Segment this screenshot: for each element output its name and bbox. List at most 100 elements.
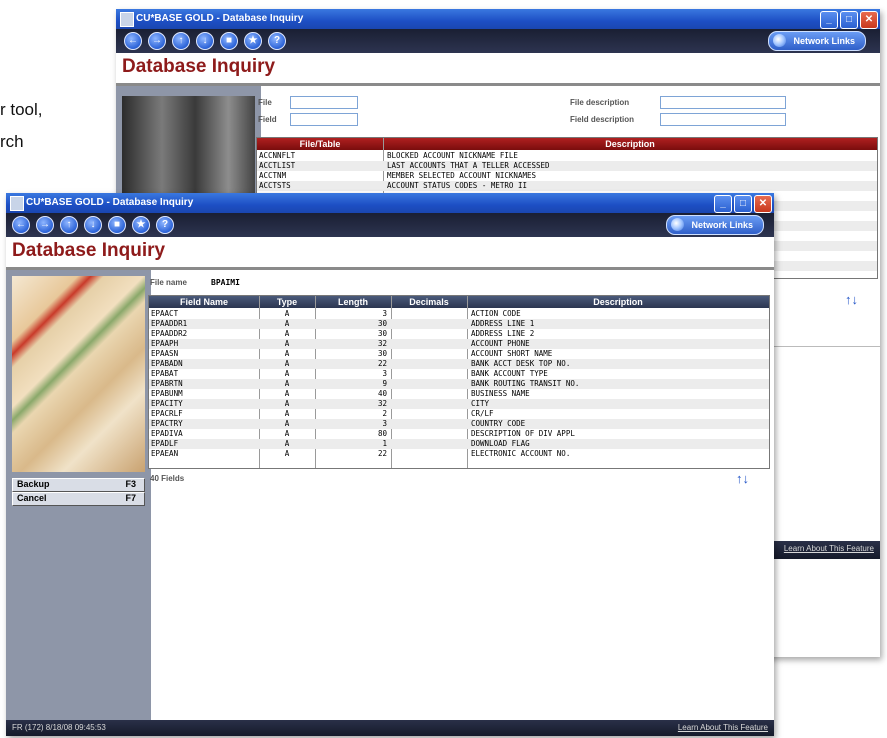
column-header-description: Description (605, 139, 655, 149)
back-scroll-arrows[interactable]: ↑↓ (845, 292, 858, 307)
home-icon[interactable]: ■ (108, 216, 126, 234)
description-cell: BLOCKED ACCOUNT NICKNAME FILE (387, 151, 518, 160)
table-row[interactable]: ACCTSTS ACCOUNT STATUS CODES - METRO II (257, 181, 877, 191)
field-label: Field (258, 115, 277, 124)
close-button[interactable]: ✕ (860, 11, 878, 29)
network-links-button[interactable]: Network Links (768, 31, 866, 51)
forward-arrow-icon[interactable]: → (148, 32, 166, 50)
field-name-cell: EPACITY (151, 399, 183, 408)
table-row[interactable]: EPABADN A 22 BANK ACCT DESK TOP NO. (149, 359, 769, 369)
background-text-line-1: r tool, (0, 100, 43, 119)
column-header-field-name: Field Name (179, 297, 228, 307)
down-arrow-icon[interactable]: ↓ (196, 32, 214, 50)
back-toolbar: ← → ↑ ↓ ■ ★ ? Network Links (116, 29, 880, 53)
minimize-button[interactable]: _ (820, 11, 838, 29)
back-window-title: CU*BASE GOLD - Database Inquiry (136, 13, 304, 24)
globe-icon (773, 34, 787, 47)
file-description-input[interactable] (660, 96, 786, 109)
back-learn-about-link[interactable]: Learn About This Feature (784, 544, 874, 553)
field-name-cell: EPAADDR1 (151, 319, 188, 328)
back-grid-header: File/Table Description (257, 138, 877, 150)
home-icon[interactable]: ■ (220, 32, 238, 50)
help-icon[interactable]: ? (268, 32, 286, 50)
type-cell: A (284, 329, 290, 338)
file-folders-photo (12, 276, 145, 472)
maximize-button[interactable]: □ (840, 11, 858, 29)
scroll-arrows[interactable]: ↑↓ (736, 471, 749, 486)
table-row[interactable]: EPAADDR2 A 30 ADDRESS LINE 2 (149, 329, 769, 339)
description-cell: ADDRESS LINE 1 (471, 319, 535, 328)
up-arrow-icon[interactable]: ↑ (172, 32, 190, 50)
field-grid: Field Name Type Length Decimals Descript… (148, 295, 770, 469)
table-row[interactable]: EPAAPH A 32 ACCOUNT PHONE (149, 339, 769, 349)
length-cell: 9 (382, 379, 387, 388)
field-name-cell: EPADIVA (151, 429, 183, 438)
backup-key: F3 (125, 479, 136, 489)
table-row[interactable]: EPADIVA A 80 DESCRIPTION OF DIV APPL (149, 429, 769, 439)
field-input[interactable] (290, 113, 358, 126)
length-cell: 32 (377, 339, 387, 348)
forward-arrow-icon[interactable]: → (36, 216, 54, 234)
field-name-cell: EPABAT (151, 369, 179, 378)
front-window-title: CU*BASE GOLD - Database Inquiry (26, 197, 194, 208)
table-row[interactable]: EPABRTN A 9 BANK ROUTING TRANSIT NO. (149, 379, 769, 389)
divider (774, 346, 880, 347)
help-icon[interactable]: ? (156, 216, 174, 234)
table-row[interactable]: EPABUNM A 40 BUSINESS NAME (149, 389, 769, 399)
field-name-cell: EPAASN (151, 349, 179, 358)
length-cell: 3 (382, 369, 387, 378)
description-cell: ACCOUNT PHONE (471, 339, 530, 348)
close-button[interactable]: ✕ (754, 195, 772, 213)
table-row[interactable]: ACCNNFLT BLOCKED ACCOUNT NICKNAME FILE (257, 151, 877, 161)
minimize-button[interactable]: _ (714, 195, 732, 213)
file-name-value: BPAIMI (211, 278, 240, 287)
up-arrow-icon[interactable]: ↑ (60, 216, 78, 234)
front-left-panel: Backup F3 Cancel F7 (6, 270, 151, 720)
cancel-button[interactable]: Cancel F7 (12, 492, 145, 506)
learn-about-link[interactable]: Learn About This Feature (678, 723, 768, 732)
table-row[interactable]: ACCTLIST LAST ACCOUNTS THAT A TELLER ACC… (257, 161, 877, 171)
field-name-cell: EPABUNM (151, 389, 183, 398)
field-name-cell: EPAADDR2 (151, 329, 188, 338)
favorites-icon[interactable]: ★ (132, 216, 150, 234)
back-arrow-icon[interactable]: ← (124, 32, 142, 50)
field-name-cell: EPACTRY (151, 419, 183, 428)
field-description-input[interactable] (660, 113, 786, 126)
table-row[interactable]: ACCTNM MEMBER SELECTED ACCOUNT NICKNAMES (257, 171, 877, 181)
front-header: Database Inquiry (6, 237, 774, 270)
maximize-button[interactable]: □ (734, 195, 752, 213)
table-row[interactable]: EPACTRY A 3 COUNTRY CODE (149, 419, 769, 429)
column-header-length: Length (338, 297, 368, 307)
table-row[interactable]: EPAASN A 30 ACCOUNT SHORT NAME (149, 349, 769, 359)
back-header: Database Inquiry (116, 53, 880, 86)
app-icon (10, 196, 24, 211)
field-name-cell: EPAAPH (151, 339, 179, 348)
front-titlebar: CU*BASE GOLD - Database Inquiry _ □ ✕ (6, 193, 774, 213)
description-cell: DOWNLOAD FLAG (471, 439, 530, 448)
cancel-label: Cancel (17, 493, 47, 503)
type-cell: A (284, 389, 290, 398)
field-name-cell: EPABADN (151, 359, 183, 368)
table-row[interactable]: EPAADDR1 A 30 ADDRESS LINE 1 (149, 319, 769, 329)
backup-button[interactable]: Backup F3 (12, 478, 145, 492)
length-cell: 30 (377, 329, 387, 338)
type-cell: A (284, 429, 290, 438)
file-input[interactable] (290, 96, 358, 109)
description-cell: ELECTRONIC ACCOUNT NO. (471, 449, 571, 458)
table-row[interactable]: EPAEAN A 22 ELECTRONIC ACCOUNT NO. (149, 449, 769, 459)
description-cell: ACTION CODE (471, 309, 521, 318)
table-row[interactable]: EPACITY A 32 CITY (149, 399, 769, 409)
type-cell: A (284, 409, 290, 418)
table-row[interactable]: EPACRLF A 2 CR/LF (149, 409, 769, 419)
description-cell: BANK ACCOUNT TYPE (471, 369, 548, 378)
back-arrow-icon[interactable]: ← (12, 216, 30, 234)
network-links-button[interactable]: Network Links (666, 215, 764, 235)
table-row[interactable]: EPABAT A 3 BANK ACCOUNT TYPE (149, 369, 769, 379)
length-cell: 2 (382, 409, 387, 418)
type-cell: A (284, 309, 290, 318)
favorites-icon[interactable]: ★ (244, 32, 262, 50)
down-arrow-icon[interactable]: ↓ (84, 216, 102, 234)
backup-label: Backup (17, 479, 50, 489)
table-row[interactable]: EPAACT A 3 ACTION CODE (149, 309, 769, 319)
table-row[interactable]: EPADLF A 1 DOWNLOAD FLAG (149, 439, 769, 449)
